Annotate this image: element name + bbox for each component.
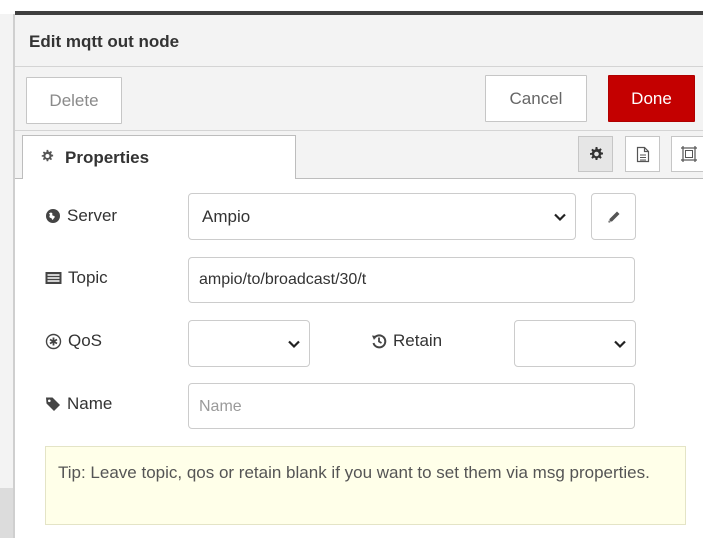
document-icon xyxy=(636,146,649,162)
dialog-title: Edit mqtt out node xyxy=(29,32,180,51)
tip-box: Tip: Leave topic, qos or retain blank if… xyxy=(45,446,686,525)
server-select-value: Ampio xyxy=(202,207,251,226)
server-label: Server xyxy=(45,206,117,226)
server-select[interactable]: Ampio xyxy=(188,193,576,240)
node-description-button[interactable] xyxy=(625,136,660,172)
topic-input-value: ampio/to/broadcast/30/t xyxy=(199,271,367,288)
frame-icon xyxy=(680,146,697,162)
server-label-text: Server xyxy=(67,206,118,225)
node-properties-button[interactable] xyxy=(578,136,613,172)
qos-label-text: QoS xyxy=(68,331,103,350)
retain-select[interactable] xyxy=(514,320,636,367)
dialog-header: Edit mqtt out node xyxy=(15,15,703,67)
topic-label-text: Topic xyxy=(68,268,108,287)
name-input[interactable]: Name xyxy=(188,383,635,429)
qos-icon xyxy=(45,333,62,349)
pencil-icon xyxy=(608,211,619,222)
delete-button[interactable]: Delete xyxy=(26,77,122,124)
chevron-down-icon xyxy=(554,213,566,222)
done-button[interactable]: Done xyxy=(608,75,695,122)
node-appearance-button[interactable] xyxy=(671,136,703,172)
properties-panel: Server Ampio Topic ampio/to/broadcast/30… xyxy=(15,179,703,538)
globe-icon xyxy=(46,209,60,223)
retain-label-text: Retain xyxy=(393,331,443,350)
name-label-text: Name xyxy=(67,394,113,413)
chevron-down-icon xyxy=(614,340,626,349)
tab-properties[interactable]: Properties xyxy=(22,135,296,179)
edit-server-button[interactable] xyxy=(591,193,636,240)
qos-label: QoS xyxy=(45,331,102,351)
chevron-down-icon xyxy=(288,340,300,349)
retain-label: Retain xyxy=(371,331,442,351)
list-icon xyxy=(45,272,62,284)
tab-properties-label: Properties xyxy=(65,148,150,167)
qos-select[interactable] xyxy=(188,320,310,367)
topic-input[interactable]: ampio/to/broadcast/30/t xyxy=(188,257,635,303)
name-input-placeholder: Name xyxy=(199,398,242,415)
tag-icon xyxy=(46,397,60,411)
tab-bar: Properties xyxy=(15,131,703,179)
name-label: Name xyxy=(45,394,112,414)
cog-icon xyxy=(41,149,54,162)
left-edge-scroll xyxy=(0,488,13,538)
cog-icon xyxy=(589,147,603,160)
history-icon xyxy=(372,334,387,349)
topic-label: Topic xyxy=(45,268,108,288)
dialog-button-bar: Delete Cancel Done xyxy=(15,67,703,131)
cancel-button[interactable]: Cancel xyxy=(485,75,587,122)
